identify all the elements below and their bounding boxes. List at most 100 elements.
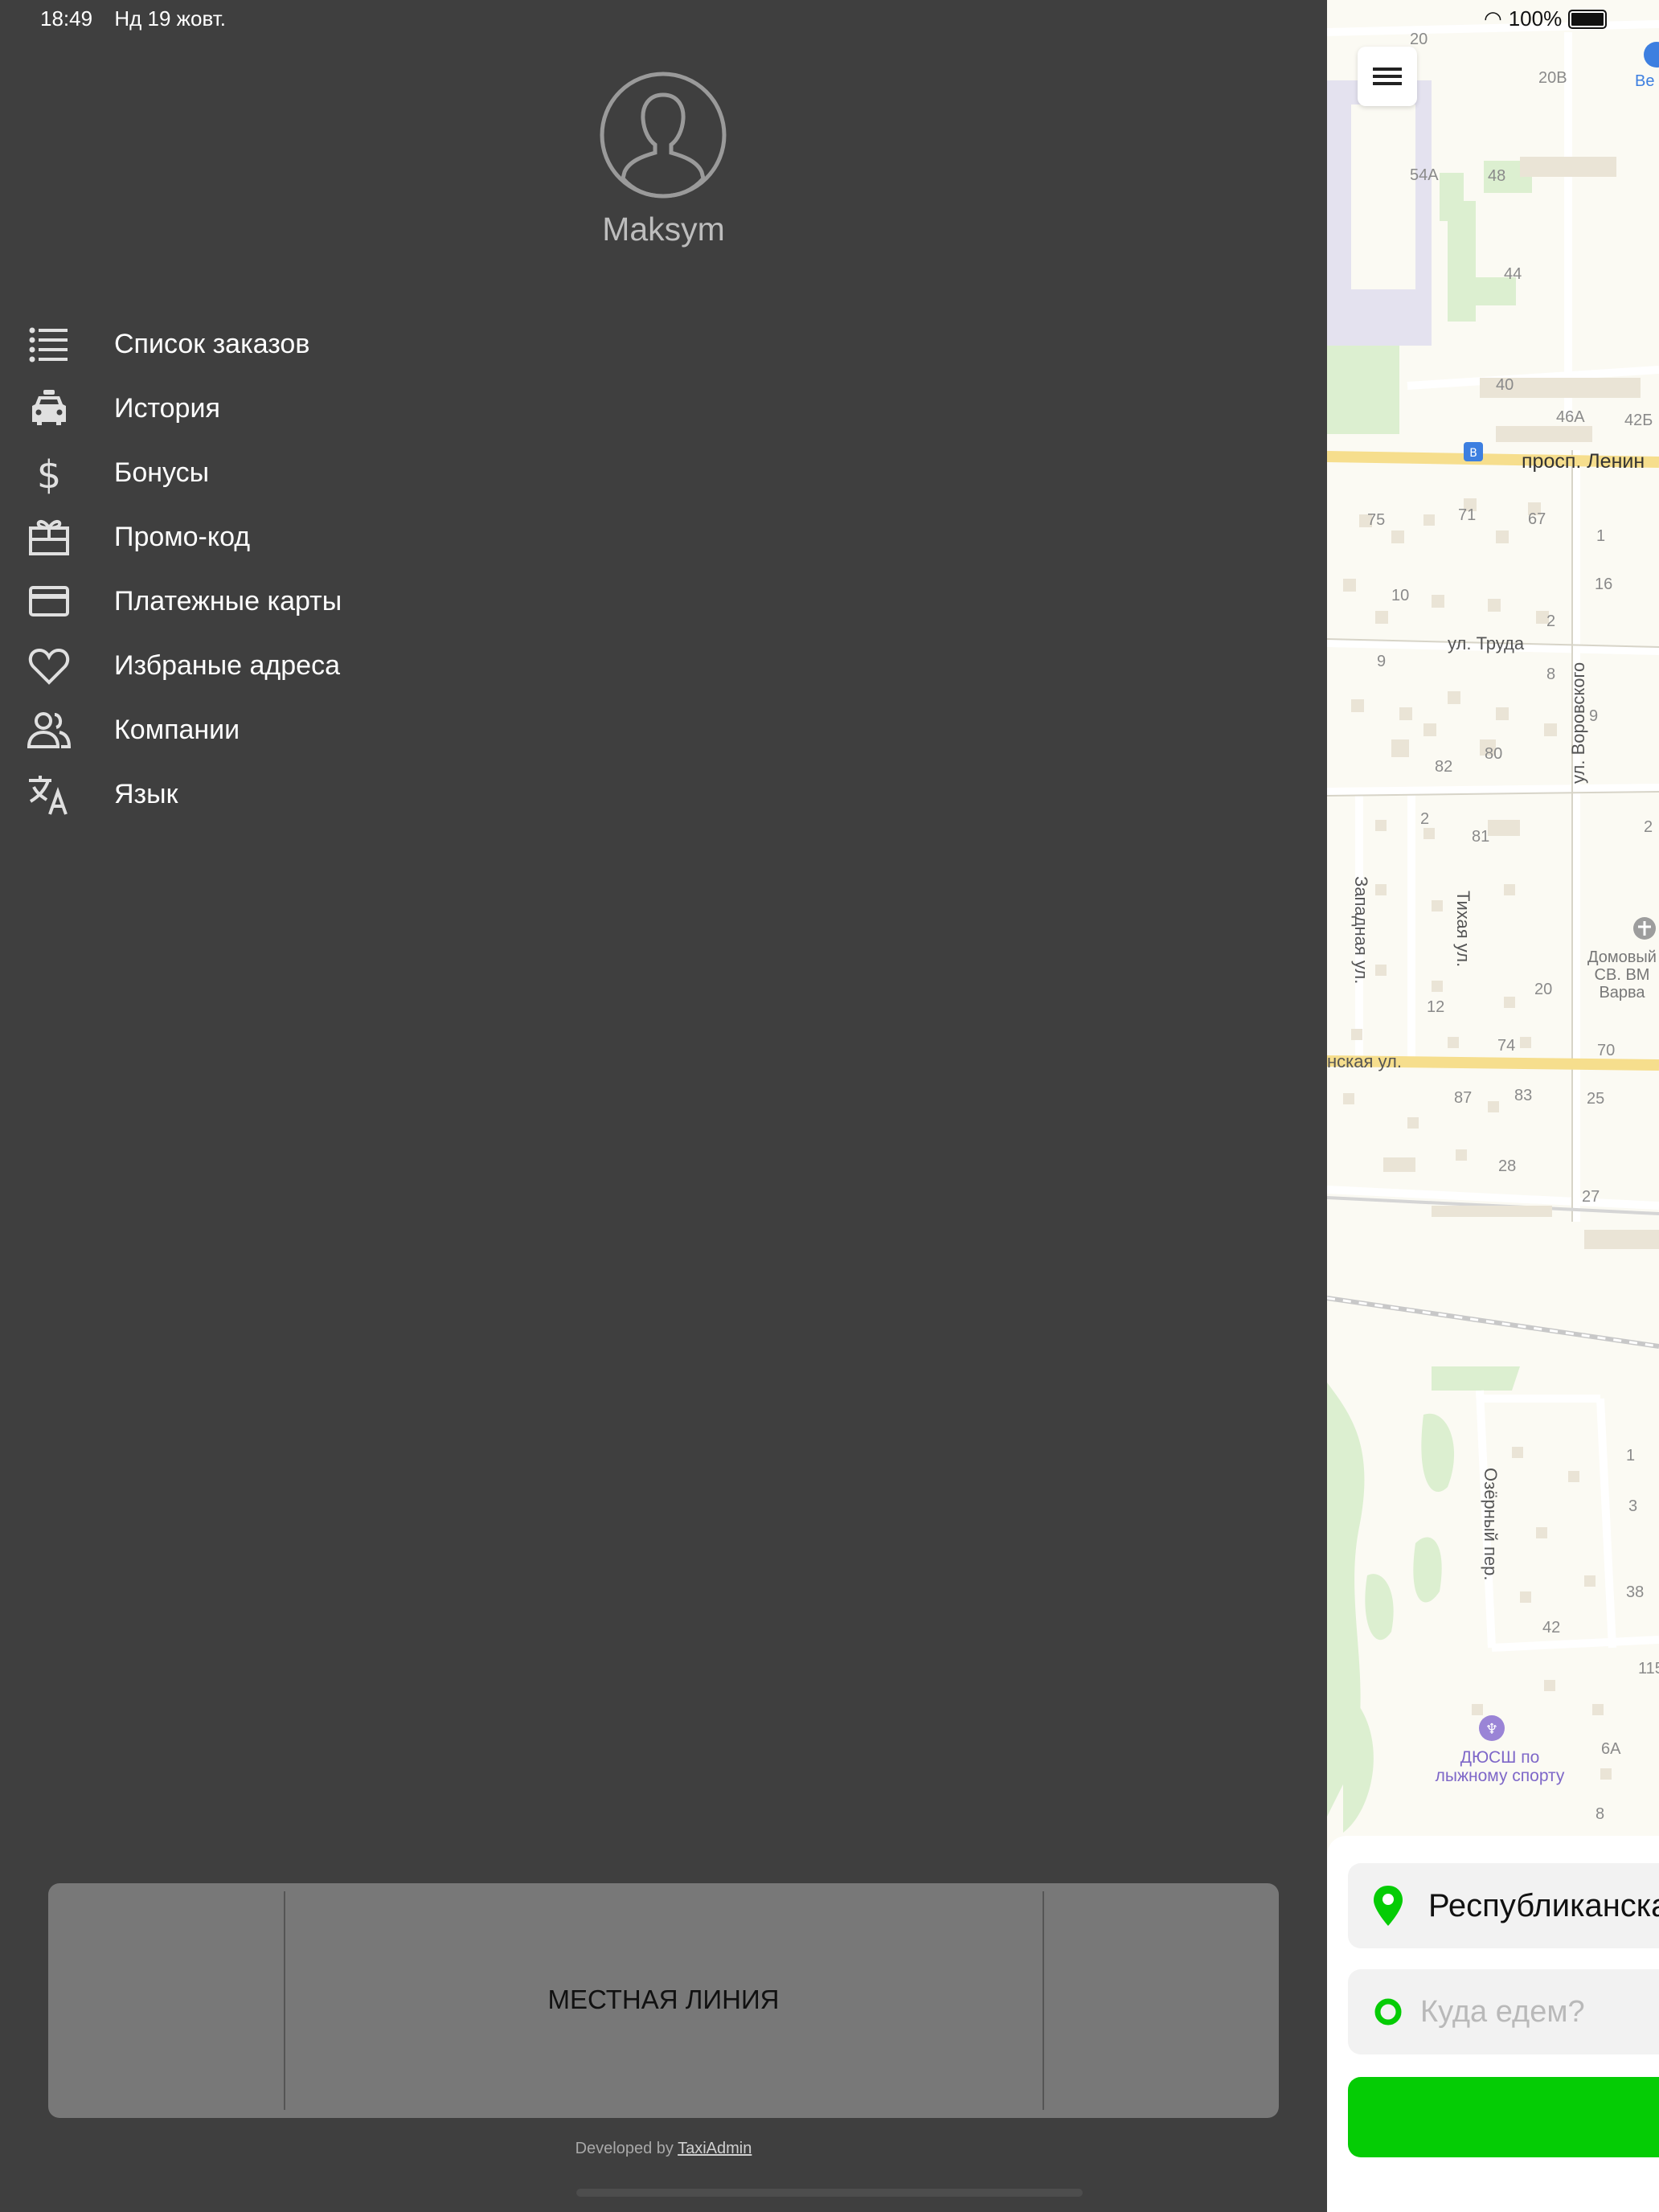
- svg-text:$: $: [37, 453, 62, 494]
- status-bar-left: 18:49 Нд 19 жовт.: [40, 6, 242, 31]
- house-number: 20В: [1538, 69, 1567, 87]
- menu-item-label: Платежные карты: [114, 585, 342, 616]
- developer-credits: Developed by TaxiAdmin: [0, 2140, 1327, 2158]
- house-number: 71: [1458, 506, 1477, 524]
- profile-name: Maksym: [602, 211, 725, 248]
- menu-item-bonuses[interactable]: $ Бонусы: [27, 440, 590, 505]
- house-number: 42: [1542, 1619, 1561, 1636]
- poi-top-label: Ве: [1635, 72, 1655, 90]
- house-number: 115: [1638, 1660, 1659, 1677]
- battery-icon: [1568, 9, 1608, 29]
- menu-item-label: Язык: [114, 778, 178, 809]
- house-number: 75: [1367, 511, 1386, 529]
- street-label: ул. Труда: [1448, 633, 1525, 653]
- house-number: 42Б: [1624, 412, 1653, 429]
- poi-sport-school-label: ДЮСШ по: [1460, 1748, 1540, 1767]
- house-number: 8: [1596, 1805, 1605, 1823]
- destination-field[interactable]: Куда едем?: [1348, 1969, 1659, 2054]
- destination-dot-icon: [1374, 1998, 1402, 2026]
- menu-item-label: Избраные адреса: [114, 649, 340, 681]
- menu-item-label: Бонусы: [114, 457, 210, 488]
- house-number: 12: [1427, 998, 1445, 1016]
- street-label: ул. Воровского: [1568, 662, 1588, 784]
- svg-text:B: B: [1469, 447, 1477, 460]
- menu-item-payment-cards[interactable]: Платежные карты: [27, 569, 590, 633]
- house-number: 9: [1377, 653, 1387, 670]
- house-number: 3: [1628, 1497, 1638, 1515]
- hamburger-menu-button[interactable]: [1358, 47, 1417, 106]
- list-icon: [27, 322, 71, 366]
- house-number: 38: [1626, 1583, 1645, 1601]
- heart-icon: [27, 644, 71, 687]
- from-address-field[interactable]: Республиканска: [1348, 1863, 1659, 1948]
- house-number: 27: [1582, 1188, 1600, 1206]
- menu-item-language[interactable]: Язык: [27, 762, 590, 826]
- menu-item-companies[interactable]: Компании: [27, 698, 590, 762]
- menu-item-orders[interactable]: Список заказов: [27, 312, 590, 376]
- local-line-button[interactable]: МЕСТНАЯ ЛИНИЯ: [48, 1883, 1279, 2118]
- street-label: нская ул.: [1327, 1051, 1402, 1071]
- street-label: Озёрный пер.: [1481, 1468, 1501, 1581]
- house-number: 20: [1410, 31, 1428, 48]
- house-number: 48: [1488, 167, 1506, 185]
- house-number: 25: [1587, 1090, 1605, 1108]
- map-view[interactable]: ♆ B ◠ 100% просп. Ленин ул. Труда ул. Во…: [1327, 0, 1659, 2212]
- street-label: Западная ул.: [1351, 876, 1371, 985]
- house-number: 10: [1391, 587, 1410, 604]
- house-number: 2: [1420, 810, 1430, 828]
- destination-placeholder: Куда едем?: [1420, 1994, 1585, 2029]
- house-number: 40: [1496, 376, 1514, 394]
- house-number: 20: [1534, 981, 1553, 998]
- menu-item-history[interactable]: История: [27, 376, 590, 440]
- menu-item-label: История: [114, 392, 220, 424]
- drawer-menu: Список заказов История $ Бонусы Промо-ко…: [27, 312, 590, 826]
- taxi-car-icon: [27, 387, 71, 430]
- status-time: 18:49: [40, 6, 93, 31]
- house-number: 83: [1514, 1087, 1533, 1104]
- menu-item-favorite-addresses[interactable]: Избраные адреса: [27, 633, 590, 698]
- local-line-label: МЕСТНАЯ ЛИНИЯ: [547, 1985, 780, 2014]
- taxiadmin-link[interactable]: TaxiAdmin: [678, 2140, 752, 2157]
- house-number: 82: [1435, 758, 1453, 776]
- house-number: 2: [1644, 818, 1653, 836]
- street-label: просп. Ленин: [1522, 450, 1645, 473]
- poi-church-label: Домовый СВ. ВМ Варва: [1587, 948, 1657, 1002]
- house-number: 46А: [1556, 408, 1585, 426]
- house-number: 74: [1497, 1037, 1516, 1055]
- map-pin-icon: [1374, 1886, 1403, 1926]
- house-number: 1: [1596, 527, 1606, 545]
- poi-sport-school-label-2: лыжному спорту: [1435, 1767, 1565, 1785]
- status-date: Нд 19 жовт.: [114, 6, 226, 31]
- house-number: 28: [1498, 1157, 1517, 1175]
- street-label: Тихая ул.: [1453, 891, 1473, 968]
- hamburger-icon: [1373, 68, 1402, 85]
- house-number: 67: [1528, 510, 1546, 528]
- house-number: 9: [1589, 707, 1599, 725]
- house-number: 54А: [1410, 166, 1439, 184]
- credit-card-icon: [27, 580, 71, 623]
- avatar-icon[interactable]: [599, 71, 727, 199]
- house-number: 81: [1472, 828, 1490, 846]
- dollar-icon: $: [27, 451, 71, 494]
- house-number: 16: [1595, 576, 1613, 593]
- menu-item-label: Компании: [114, 714, 240, 745]
- house-number: 70: [1597, 1042, 1616, 1059]
- menu-item-label: Промо-код: [114, 521, 251, 552]
- house-number: 8: [1546, 666, 1556, 683]
- credits-prefix: Developed by: [575, 2140, 678, 2157]
- from-address-value: Республиканска: [1428, 1887, 1659, 1923]
- house-number: 2: [1546, 612, 1556, 630]
- svg-text:♆: ♆: [1485, 1721, 1498, 1738]
- people-icon: [27, 708, 71, 752]
- side-drawer: 18:49 Нд 19 жовт. Maksym Список заказов …: [0, 0, 1327, 2212]
- house-number: 6А: [1601, 1740, 1621, 1758]
- house-number: 80: [1485, 745, 1503, 763]
- house-number: 87: [1454, 1089, 1473, 1107]
- order-button[interactable]: [1348, 2077, 1659, 2157]
- translate-icon: [27, 772, 71, 816]
- menu-item-label: Список заказов: [114, 328, 310, 359]
- battery-percent: 100%: [1508, 6, 1563, 31]
- status-bar-right: ◠ 100%: [1484, 6, 1608, 31]
- menu-item-promo[interactable]: Промо-код: [27, 505, 590, 569]
- house-number: 1: [1626, 1447, 1636, 1464]
